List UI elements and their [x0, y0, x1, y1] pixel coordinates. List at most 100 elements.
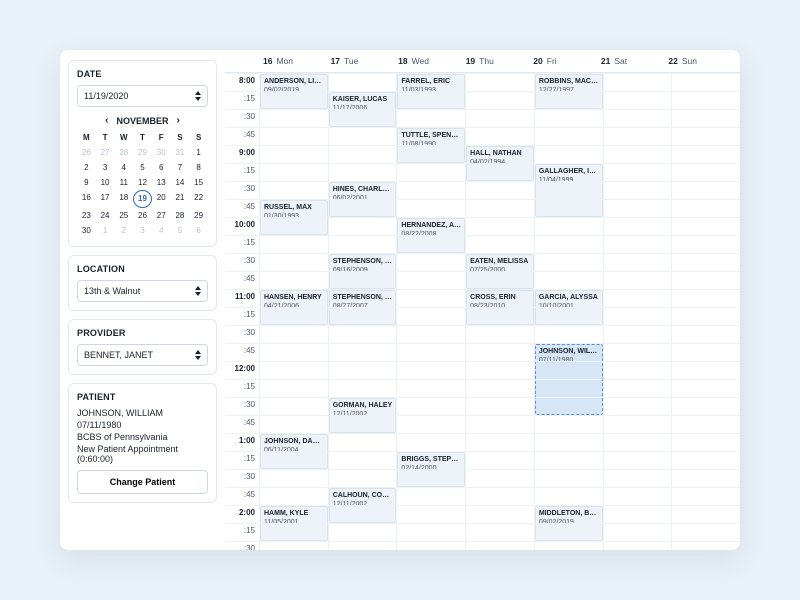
- calendar-slot[interactable]: [671, 145, 740, 163]
- calendar-slot[interactable]: [603, 433, 672, 451]
- calendar-slot[interactable]: [603, 253, 672, 271]
- calendar-slot[interactable]: [465, 217, 534, 235]
- mini-calendar-day[interactable]: 27: [152, 208, 171, 223]
- calendar-slot[interactable]: [396, 379, 465, 397]
- mini-calendar-day[interactable]: 19: [133, 190, 152, 208]
- calendar-slot[interactable]: [534, 523, 603, 541]
- calendar-slot[interactable]: [534, 469, 603, 487]
- calendar-slot[interactable]: [465, 271, 534, 289]
- calendar-slot[interactable]: [465, 181, 534, 199]
- calendar-slot[interactable]: [465, 325, 534, 343]
- calendar-slot[interactable]: [534, 91, 603, 109]
- calendar-slot[interactable]: [671, 199, 740, 217]
- calendar-slot[interactable]: [396, 325, 465, 343]
- calendar-slot[interactable]: [603, 199, 672, 217]
- calendar-slot[interactable]: TUTTLE, SPEN…11/08/1990: [396, 127, 465, 145]
- calendar-slot[interactable]: [603, 73, 672, 91]
- calendar-slot[interactable]: [603, 415, 672, 433]
- mini-calendar-day[interactable]: 22: [189, 190, 208, 208]
- calendar-slot[interactable]: [534, 361, 603, 379]
- calendar-slot[interactable]: [259, 163, 328, 181]
- calendar-slot[interactable]: [603, 451, 672, 469]
- mini-calendar-day[interactable]: 28: [114, 145, 133, 160]
- calendar-body[interactable]: 8:00ANDERSON, LIN…09/02/2019FARREL, ERIC…: [225, 73, 740, 550]
- mini-calendar-day[interactable]: 16: [77, 190, 96, 208]
- mini-calendar-day[interactable]: 13: [152, 175, 171, 190]
- calendar-slot[interactable]: ROBBINS, MAC…12/27/1997: [534, 73, 603, 91]
- calendar-slot[interactable]: HINES, CHARLO…06/02/2001: [328, 181, 397, 199]
- calendar-slot[interactable]: [259, 541, 328, 550]
- calendar-slot[interactable]: [396, 181, 465, 199]
- calendar-slot[interactable]: [671, 487, 740, 505]
- calendar-slot[interactable]: [396, 289, 465, 307]
- calendar-slot[interactable]: HANSEN, HENRY04/21/2006: [259, 289, 328, 307]
- calendar-slot[interactable]: [534, 127, 603, 145]
- calendar-slot[interactable]: [465, 91, 534, 109]
- prev-month-icon[interactable]: ‹: [105, 115, 108, 126]
- calendar-slot[interactable]: [671, 271, 740, 289]
- mini-calendar-day[interactable]: 26: [77, 145, 96, 160]
- calendar-slot[interactable]: [396, 487, 465, 505]
- calendar-slot[interactable]: [671, 235, 740, 253]
- calendar-slot[interactable]: [534, 199, 603, 217]
- calendar-slot[interactable]: [603, 271, 672, 289]
- calendar-slot[interactable]: CROSS, ERIN08/23/2010: [465, 289, 534, 307]
- mini-calendar-day[interactable]: 24: [96, 208, 115, 223]
- calendar-slot[interactable]: [534, 541, 603, 550]
- calendar-slot[interactable]: [259, 451, 328, 469]
- calendar-slot[interactable]: [396, 397, 465, 415]
- calendar-slot[interactable]: [671, 361, 740, 379]
- calendar-slot[interactable]: [465, 127, 534, 145]
- calendar-slot[interactable]: [671, 397, 740, 415]
- mini-calendar-day[interactable]: 2: [77, 160, 96, 175]
- calendar-slot[interactable]: [328, 541, 397, 550]
- calendar-slot[interactable]: [671, 217, 740, 235]
- calendar-slot[interactable]: [396, 109, 465, 127]
- calendar-day-header[interactable]: 20Fri: [529, 50, 597, 72]
- calendar-slot[interactable]: [671, 379, 740, 397]
- calendar-slot[interactable]: [534, 451, 603, 469]
- calendar-slot[interactable]: [671, 91, 740, 109]
- mini-calendar-day[interactable]: 7: [171, 160, 190, 175]
- mini-calendar-day[interactable]: 11: [114, 175, 133, 190]
- calendar-slot[interactable]: [671, 307, 740, 325]
- calendar-slot[interactable]: [465, 397, 534, 415]
- calendar-slot[interactable]: [465, 109, 534, 127]
- provider-select[interactable]: BENNET, JANET: [77, 344, 208, 366]
- mini-calendar-day[interactable]: 4: [114, 160, 133, 175]
- calendar-slot[interactable]: [396, 91, 465, 109]
- calendar-slot[interactable]: [328, 415, 397, 433]
- calendar-slot[interactable]: [328, 73, 397, 91]
- calendar-slot[interactable]: [465, 415, 534, 433]
- calendar-slot[interactable]: [328, 163, 397, 181]
- calendar-slot[interactable]: GORMAN, HALEY12/11/2002: [328, 397, 397, 415]
- calendar-slot[interactable]: [534, 379, 603, 397]
- mini-calendar-day[interactable]: 28: [171, 208, 190, 223]
- calendar-slot[interactable]: [328, 109, 397, 127]
- calendar-slot[interactable]: [465, 505, 534, 523]
- calendar-slot[interactable]: BRIGGS, STEPH…02/14/2000: [396, 451, 465, 469]
- calendar-slot[interactable]: [465, 541, 534, 550]
- calendar-slot[interactable]: [603, 109, 672, 127]
- calendar-slot[interactable]: [259, 361, 328, 379]
- calendar-slot[interactable]: [465, 361, 534, 379]
- calendar-slot[interactable]: [328, 361, 397, 379]
- calendar-slot[interactable]: [396, 163, 465, 181]
- calendar-slot[interactable]: [396, 433, 465, 451]
- mini-calendar-day[interactable]: 25: [114, 208, 133, 223]
- calendar-slot[interactable]: [328, 469, 397, 487]
- calendar-day-header[interactable]: 19Thu: [462, 50, 530, 72]
- calendar-slot[interactable]: [259, 469, 328, 487]
- calendar-slot[interactable]: [259, 325, 328, 343]
- mini-calendar-day[interactable]: 9: [77, 175, 96, 190]
- calendar-slot[interactable]: [534, 325, 603, 343]
- calendar-slot[interactable]: [603, 361, 672, 379]
- calendar-slot[interactable]: [671, 181, 740, 199]
- calendar-slot[interactable]: [671, 433, 740, 451]
- calendar-slot[interactable]: [396, 343, 465, 361]
- calendar-slot[interactable]: [465, 163, 534, 181]
- calendar-slot[interactable]: JOHNSON, WIL…07/11/1980: [534, 343, 603, 361]
- mini-calendar-day[interactable]: 31: [171, 145, 190, 160]
- mini-calendar-day[interactable]: 2: [114, 223, 133, 238]
- calendar-slot[interactable]: [534, 217, 603, 235]
